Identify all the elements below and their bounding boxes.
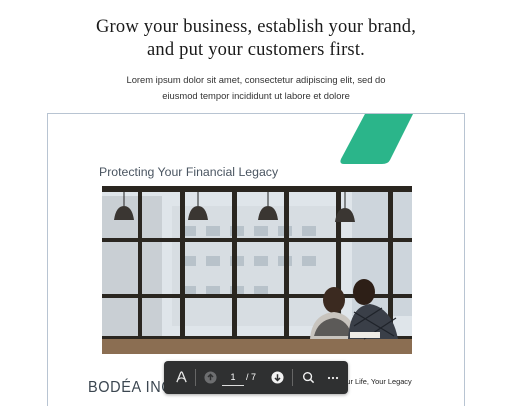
page-total: / 7 [246,372,257,382]
hero-title-line-2: and put your customers first. [147,40,365,60]
hero-subtitle: Lorem ipsum dolor sit amet, consectetur … [0,72,512,103]
document-heading: Protecting Your Financial Legacy [99,165,279,179]
toolbar-separator [195,369,196,386]
more-icon[interactable] [322,361,344,394]
page-up-icon[interactable] [200,361,220,394]
page-number-input[interactable]: 1 [222,369,244,386]
footer-tagline: Your Life, Your Legacy [338,377,412,386]
hero-title-line-1: Grow your business, establish your brand… [95,17,417,37]
hero-subtitle-line-1: Lorem ipsum dolor sit amet, consectetur … [126,74,386,85]
hero-subtitle-line-2: eiusmod tempor incididunt ut labore et d… [162,89,350,101]
page-down-icon[interactable] [267,361,287,394]
accent-shape [340,114,413,164]
office-photo [102,186,412,354]
pdf-toolbar: 1 / 7 [164,361,348,394]
toolbar-separator [292,369,293,386]
hero-title: Grow your business, establish your brand… [0,16,512,62]
adobe-acrobat-icon[interactable] [170,361,192,394]
search-icon[interactable] [297,361,319,394]
